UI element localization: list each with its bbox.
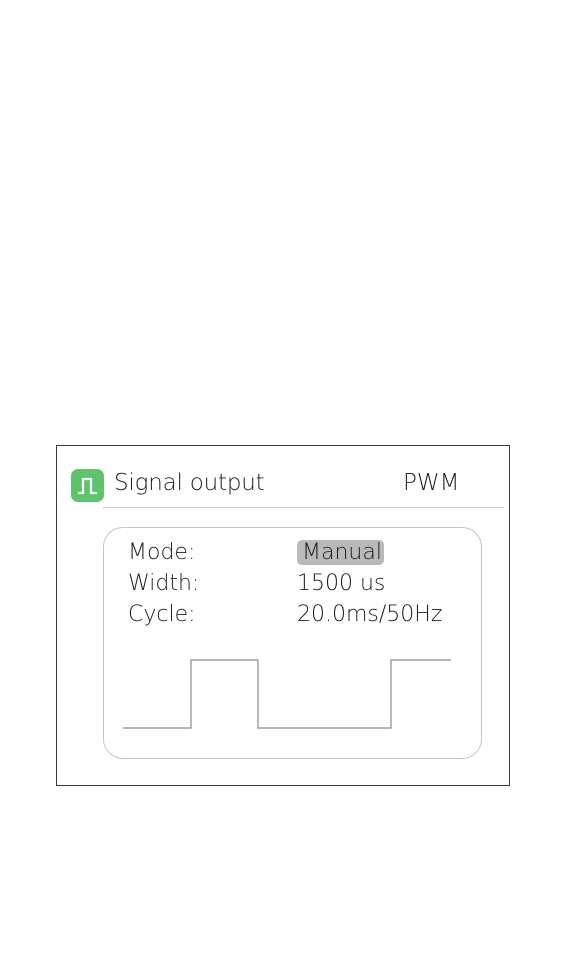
settings-panel: Mode: Manual Width: 1500 us Cycle: 20.0m… [103,527,482,759]
pwm-waveform [123,659,451,729]
square-wave-icon [71,469,104,502]
header-divider [103,507,504,508]
screen-title: Signal output [114,470,265,496]
signal-output-screen: Signal output PWM Mode: Manual Width: 15… [56,445,510,786]
pwm-waveform-line [123,659,451,729]
signal-type-label[interactable]: PWM [403,470,459,496]
screen-header: Signal output PWM [71,468,491,506]
